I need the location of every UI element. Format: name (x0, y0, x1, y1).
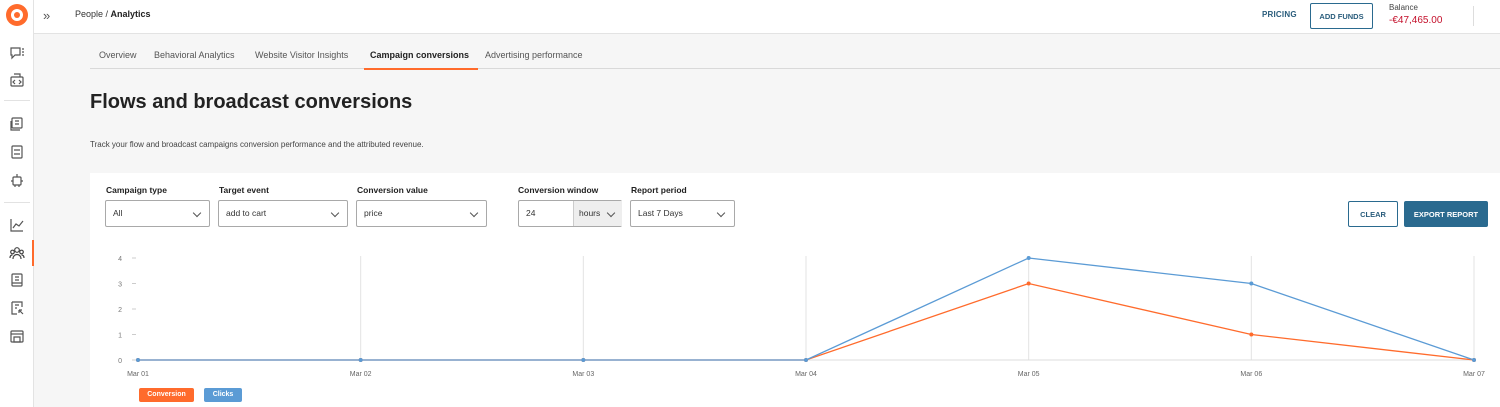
analytics-tabs: Overview Behavioral Analytics Website Vi… (90, 42, 1500, 69)
target-event-select[interactable]: add to cart (218, 200, 348, 227)
chevron-down-icon (330, 208, 340, 218)
broadcast-icon[interactable] (8, 143, 26, 161)
x-tick-label: Mar 06 (1240, 371, 1262, 378)
people-icon[interactable] (8, 244, 26, 262)
top-bar: » People / Analytics PRICING ADD FUNDS B… (34, 0, 1500, 34)
tab-behavioral-analytics[interactable]: Behavioral Analytics (154, 50, 235, 60)
x-tick-label: Mar 02 (350, 371, 372, 378)
x-tick-label: Mar 07 (1463, 371, 1485, 378)
data-point-conversion (1249, 332, 1254, 337)
book-icon[interactable] (8, 271, 26, 289)
conversion-value-value: price (364, 208, 383, 218)
rail-divider (4, 202, 30, 203)
breadcrumb-current: Analytics (110, 9, 151, 19)
y-tick-label: 3 (118, 282, 122, 289)
messages-icon[interactable] (8, 115, 26, 133)
x-tick-label: Mar 05 (1018, 371, 1040, 378)
expand-sidebar-icon[interactable]: » (43, 8, 50, 23)
conversion-window-unit: hours (579, 208, 601, 218)
export-report-button[interactable]: EXPORT REPORT (1404, 201, 1488, 227)
breadcrumb-parent[interactable]: People (75, 9, 103, 19)
data-point-clicks (581, 358, 586, 362)
chevron-down-icon (192, 208, 202, 218)
x-tick-label: Mar 04 (795, 371, 817, 378)
data-point-clicks (804, 358, 808, 362)
balance-value: -€47,465.00 (1389, 15, 1443, 26)
campaign-type-label: Campaign type (106, 185, 167, 195)
y-tick-label: 2 (118, 307, 122, 314)
add-funds-button[interactable]: ADD FUNDS (1310, 3, 1373, 29)
conversion-window-label: Conversion window (518, 185, 599, 195)
target-event-value: add to cart (226, 208, 267, 218)
tab-overview[interactable]: Overview (99, 50, 137, 60)
breadcrumb-separator: / (103, 9, 111, 19)
chat-icon[interactable] (8, 44, 26, 62)
conversion-window-unit-select[interactable]: hours (573, 201, 622, 226)
clear-button[interactable]: CLEAR (1348, 201, 1398, 227)
campaign-type-value: All (113, 208, 123, 218)
data-point-clicks (136, 358, 140, 362)
report-period-value: Last 7 Days (638, 208, 683, 218)
page-subtitle: Track your flow and broadcast campaigns … (90, 140, 424, 149)
data-point-clicks (1472, 358, 1476, 362)
conversion-chart: 0 1 2 3 4 Mar 01 Mar 02 Mar 03 Mar 04 Mar 05 Mar 0… (118, 256, 1485, 378)
conversion-value-label: Conversion value (357, 185, 428, 195)
forms-icon[interactable] (8, 299, 26, 317)
tab-campaign-conversions[interactable]: Campaign conversions (370, 50, 469, 60)
left-rail (0, 0, 34, 407)
pricing-link[interactable]: PRICING (1262, 10, 1297, 19)
data-point-clicks (1249, 281, 1254, 286)
x-tick-label: Mar 01 (127, 371, 149, 378)
header-divider (1473, 6, 1474, 26)
conversion-value-select[interactable]: price (356, 200, 487, 227)
campaign-type-select[interactable]: All (105, 200, 210, 227)
target-event-label: Target event (219, 185, 269, 195)
y-tick-label: 1 (118, 333, 122, 340)
store-icon[interactable] (8, 327, 26, 345)
tab-website-visitor-insights[interactable]: Website Visitor Insights (255, 50, 348, 60)
bot-icon[interactable] (8, 171, 26, 189)
chevron-down-icon (469, 208, 479, 218)
active-indicator (32, 240, 34, 266)
data-point-clicks (1026, 256, 1031, 260)
data-point-conversion (1026, 281, 1031, 286)
chevron-down-icon (716, 208, 726, 218)
code-template-icon[interactable] (8, 71, 26, 89)
breadcrumb: People / Analytics (75, 9, 151, 19)
data-point-clicks (358, 358, 363, 362)
analytics-icon[interactable] (8, 216, 26, 234)
rail-divider (4, 100, 30, 101)
tab-advertising-performance[interactable]: Advertising performance (485, 50, 583, 60)
report-period-label: Report period (631, 185, 687, 195)
balance-label: Balance (1389, 3, 1418, 12)
legend-conversion[interactable]: Conversion (139, 388, 194, 402)
chevron-down-icon (606, 208, 616, 218)
report-period-select[interactable]: Last 7 Days (630, 200, 735, 227)
page-title: Flows and broadcast conversions (90, 91, 413, 113)
conversion-window-input[interactable]: 24 (526, 201, 535, 226)
brand-logo[interactable] (6, 4, 28, 26)
y-tick-label: 4 (118, 256, 122, 263)
active-tab-underline (364, 68, 478, 70)
y-tick-label: 0 (118, 358, 122, 365)
legend-clicks[interactable]: Clicks (204, 388, 242, 402)
x-tick-label: Mar 03 (572, 371, 594, 378)
conversion-window-group: 24 hours (518, 200, 622, 227)
